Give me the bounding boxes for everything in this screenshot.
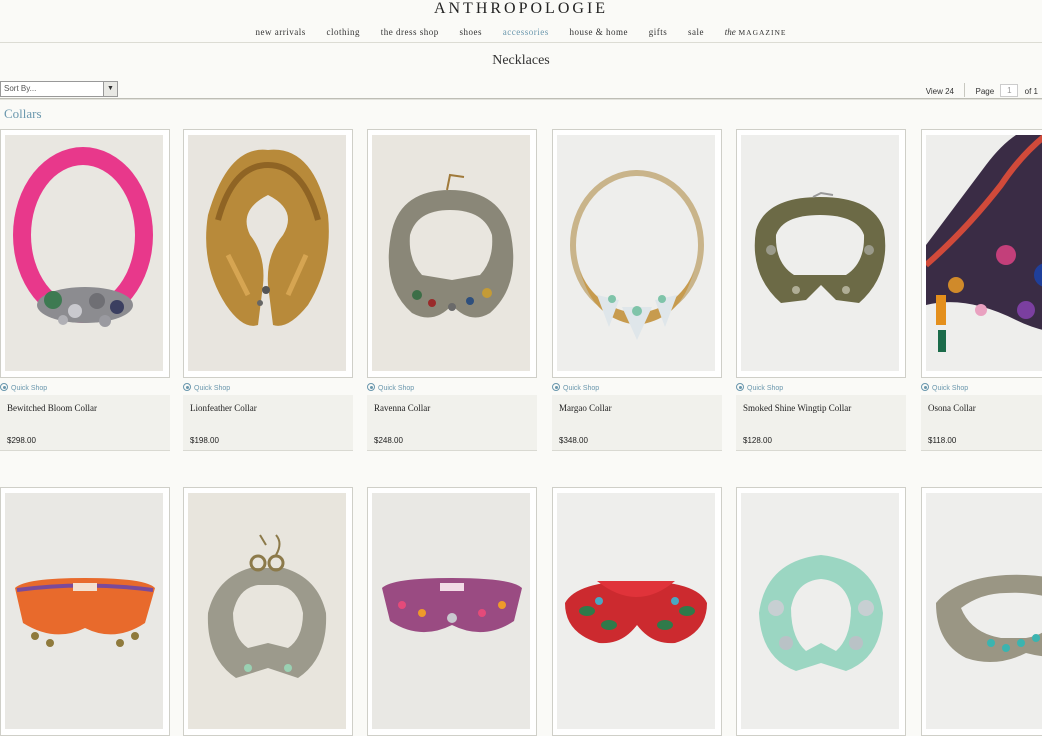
quick-shop-link[interactable]: Quick Shop — [183, 383, 230, 392]
nav-shoes[interactable]: shoes — [459, 27, 482, 37]
product-image-frame[interactable] — [736, 487, 906, 736]
product-image-frame[interactable] — [367, 487, 537, 736]
divider — [964, 83, 966, 97]
product-image-frame[interactable] — [736, 129, 906, 378]
product-image[interactable] — [557, 135, 715, 371]
product-image-frame[interactable] — [367, 129, 537, 378]
product-price: $248.00 — [374, 436, 403, 445]
nav-gifts[interactable]: gifts — [649, 27, 668, 37]
product-image-frame[interactable] — [552, 129, 722, 378]
quick-shop-label: Quick Shop — [11, 385, 48, 392]
product-image[interactable] — [5, 135, 163, 371]
product-image-frame[interactable] — [921, 129, 1042, 378]
product-info: Osona Collar $118.00 — [921, 395, 1042, 451]
quick-shop-label: Quick Shop — [747, 385, 784, 392]
product-info: Smoked Shine Wingtip Collar $128.00 — [736, 395, 906, 451]
product-name[interactable]: Lionfeather Collar — [190, 403, 257, 413]
product-image[interactable] — [5, 493, 163, 729]
product-image-frame[interactable] — [183, 129, 353, 378]
divider — [0, 99, 1042, 100]
product-price: $348.00 — [559, 436, 588, 445]
chevron-down-icon[interactable]: ▼ — [103, 82, 117, 96]
page-number-input[interactable]: 1 — [1000, 83, 1019, 97]
product-image[interactable] — [188, 135, 346, 371]
nav-dress-shop[interactable]: the dress shop — [381, 27, 439, 37]
product-name[interactable]: Ravenna Collar — [374, 403, 430, 413]
product-image-frame[interactable] — [552, 487, 722, 736]
product-image-frame[interactable] — [183, 487, 353, 736]
sort-select-value: Sort By... — [4, 84, 37, 93]
page-title: Necklaces — [492, 53, 550, 68]
product-info: Margao Collar $348.00 — [552, 395, 722, 451]
quick-shop-link[interactable]: Quick Shop — [0, 383, 47, 392]
product-image-frame[interactable] — [921, 487, 1042, 736]
product-name[interactable]: Margao Collar — [559, 403, 612, 413]
magazine-word: MAGAZINE — [738, 28, 787, 37]
quick-shop-link[interactable]: Quick Shop — [736, 383, 783, 392]
quick-shop-label: Quick Shop — [563, 385, 600, 392]
site-header: ANTHROPOLOGIE new arrivals clothing the … — [0, 0, 1042, 43]
page-label: Page — [975, 87, 995, 97]
quick-shop-label: Quick Shop — [194, 385, 231, 392]
product-image[interactable] — [188, 493, 346, 729]
product-price: $128.00 — [743, 436, 772, 445]
product-image[interactable] — [926, 493, 1042, 729]
product-image-frame[interactable] — [0, 487, 170, 736]
quick-shop-icon — [736, 383, 744, 391]
product-image[interactable] — [372, 493, 530, 729]
nav-house-home[interactable]: house & home — [569, 27, 628, 37]
nav-clothing[interactable]: clothing — [326, 27, 360, 37]
quick-shop-icon — [367, 383, 375, 391]
quick-shop-icon — [552, 383, 560, 391]
product-price: $118.00 — [928, 436, 957, 445]
of-label: of — [1024, 87, 1032, 97]
nav-new-arrivals[interactable]: new arrivals — [256, 27, 306, 37]
product-image[interactable] — [926, 135, 1042, 371]
product-image[interactable] — [741, 135, 899, 371]
quick-shop-icon — [921, 383, 929, 391]
quick-shop-link[interactable]: Quick Shop — [552, 383, 599, 392]
nav-magazine[interactable]: the MAGAZINE — [725, 27, 787, 37]
quick-shop-label: Quick Shop — [932, 385, 969, 392]
quick-shop-icon — [183, 383, 191, 391]
product-info: Lionfeather Collar $198.00 — [183, 395, 353, 451]
total-pages: 1 — [1033, 87, 1038, 97]
product-image-frame[interactable] — [0, 129, 170, 378]
product-name[interactable]: Smoked Shine Wingtip Collar — [743, 403, 851, 413]
brand-logo[interactable]: ANTHROPOLOGIE — [0, 0, 1042, 18]
quick-shop-label: Quick Shop — [378, 385, 415, 392]
section-title: Collars — [4, 106, 42, 121]
magazine-prefix: the — [724, 27, 736, 37]
quick-shop-link[interactable]: Quick Shop — [367, 383, 414, 392]
main-nav: new arrivals clothing the dress shop sho… — [0, 27, 1042, 37]
pagination-info: View 24 Page 1 of 1 — [926, 83, 1038, 99]
nav-sale[interactable]: sale — [688, 27, 704, 37]
view-count-link[interactable]: View 24 — [926, 87, 954, 96]
product-image[interactable] — [557, 493, 715, 729]
product-price: $198.00 — [190, 436, 219, 445]
product-name[interactable]: Bewitched Bloom Collar — [7, 403, 97, 413]
product-info: Ravenna Collar $248.00 — [367, 395, 537, 451]
product-price: $298.00 — [7, 436, 36, 445]
product-image[interactable] — [741, 493, 899, 729]
product-image[interactable] — [372, 135, 530, 371]
quick-shop-link[interactable]: Quick Shop — [921, 383, 968, 392]
sort-select[interactable]: Sort By... ▼ — [0, 81, 118, 97]
quick-shop-icon — [0, 383, 8, 391]
product-name[interactable]: Osona Collar — [928, 403, 976, 413]
product-info: Bewitched Bloom Collar $298.00 — [0, 395, 170, 451]
listing-toolbar: Sort By... ▼ View 24 Page 1 of 1 — [0, 80, 1042, 99]
nav-accessories[interactable]: accessories — [503, 27, 549, 37]
